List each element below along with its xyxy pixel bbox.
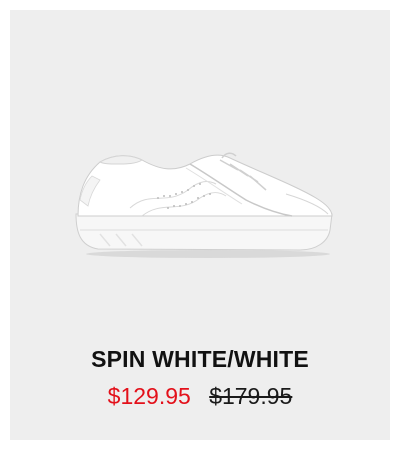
price-row: $129.95 $179.95: [10, 383, 390, 410]
original-price: $179.95: [209, 383, 293, 409]
sneaker-product-image[interactable]: [70, 150, 340, 260]
product-card[interactable]: SPIN WHITE/WHITE $129.95 $179.95: [10, 10, 390, 440]
product-title[interactable]: SPIN WHITE/WHITE: [10, 346, 390, 373]
sale-price: $129.95: [107, 383, 191, 409]
